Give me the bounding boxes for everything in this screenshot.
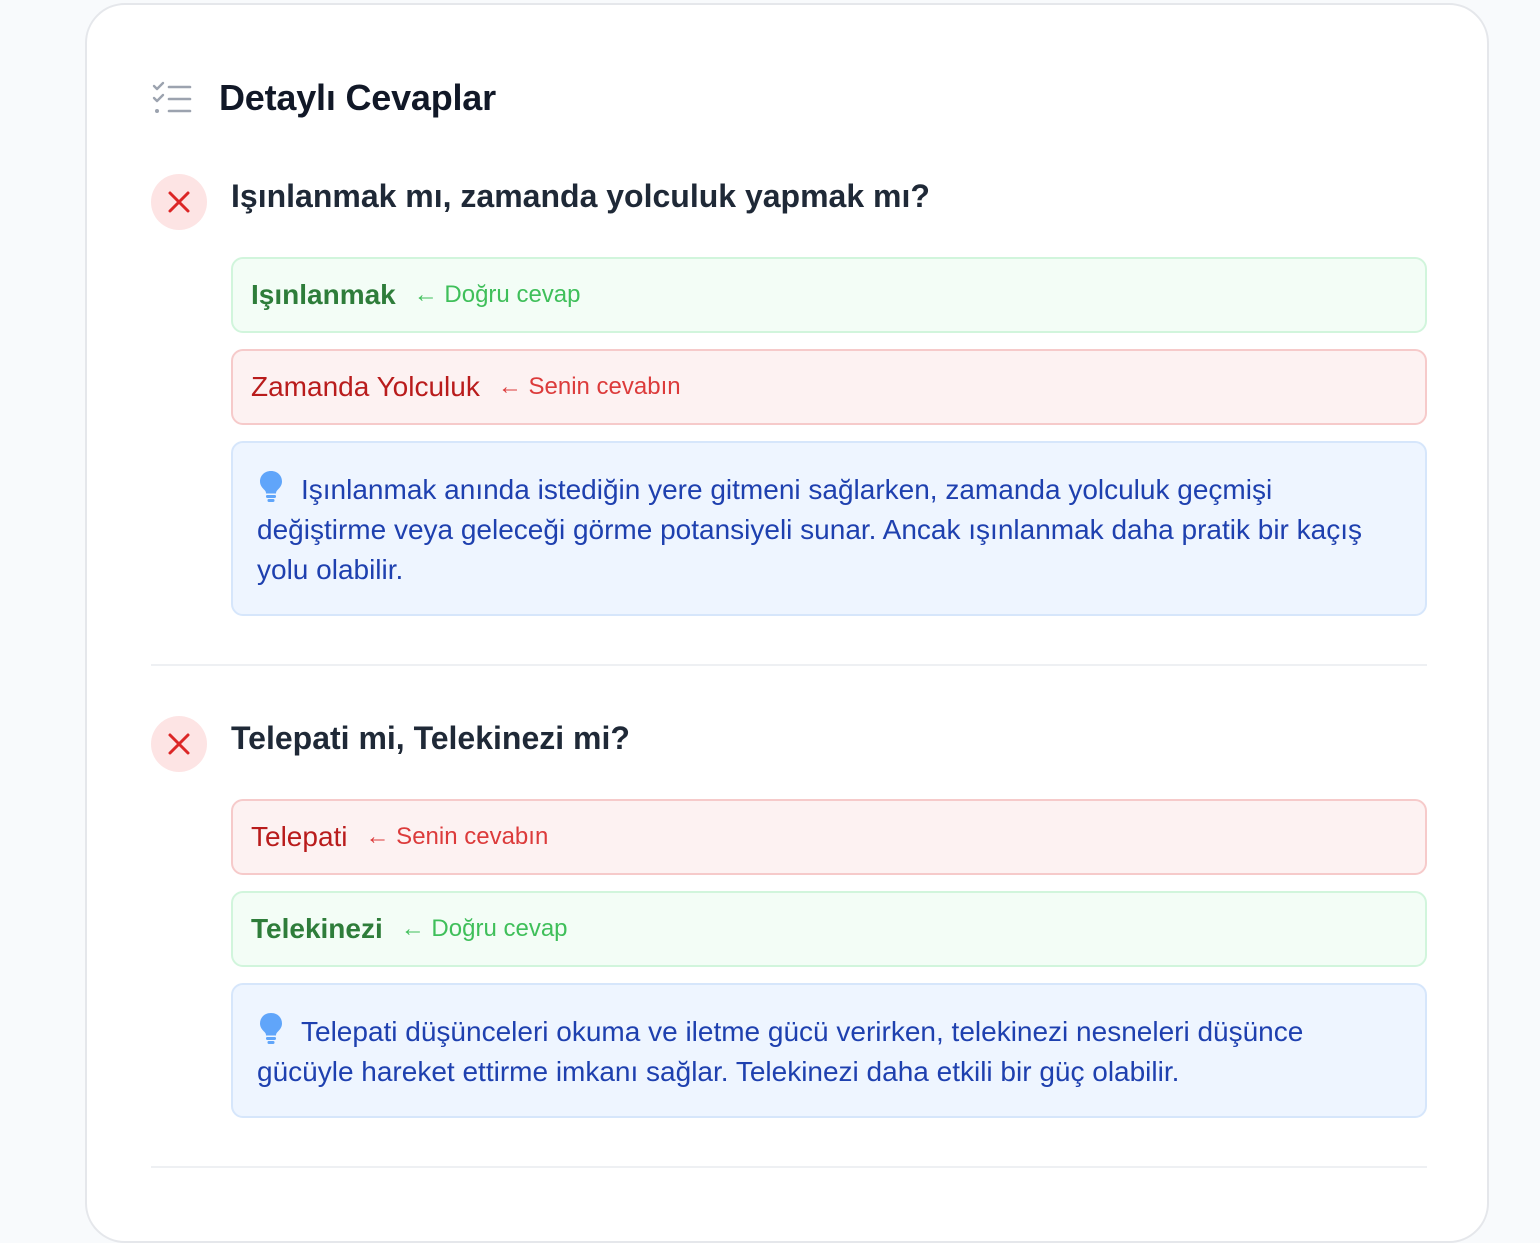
question-item: Işınlanmak mı, zamanda yolculuk yapmak m… <box>151 174 1427 616</box>
answer-options: Işınlanmak ← Doğru cevap Zamanda Yolculu… <box>231 257 1427 616</box>
section-header: Detaylı Cevaplar <box>152 77 496 119</box>
lightbulb-icon <box>260 1013 282 1044</box>
question-header: Işınlanmak mı, zamanda yolculuk yapmak m… <box>151 174 1427 234</box>
section-title: Detaylı Cevaplar <box>219 77 496 118</box>
question-header: Telepati mi, Telekinezi mi? <box>151 716 1427 776</box>
correct-answer-tag: ← Doğru cevap <box>400 915 568 942</box>
user-answer-tag: ← Senin cevabın <box>497 373 681 400</box>
option-label: Işınlanmak <box>251 279 396 310</box>
explanation-text: Telepati düşünceleri okuma ve iletme güc… <box>257 1016 1304 1087</box>
explanation-box: Telepati düşünceleri okuma ve iletme güc… <box>231 983 1427 1118</box>
answer-option-correct: Telekinezi ← Doğru cevap <box>231 891 1427 967</box>
answer-option-correct: Işınlanmak ← Doğru cevap <box>231 257 1427 333</box>
option-label: Telekinezi <box>251 913 383 944</box>
option-label: Telepati <box>251 821 348 852</box>
option-label: Zamanda Yolculuk <box>251 371 480 402</box>
checklist-icon <box>152 81 192 113</box>
question-title: Telepati mi, Telekinezi mi? <box>231 720 630 756</box>
answer-option-user: Zamanda Yolculuk ← Senin cevabın <box>231 349 1427 425</box>
question-divider <box>151 1166 1427 1168</box>
answer-options: Telepati ← Senin cevabın Telekinezi ← Do… <box>231 799 1427 1118</box>
user-answer-tag: ← Senin cevabın <box>365 823 549 850</box>
explanation-text: Işınlanmak anında istediğin yere gitmeni… <box>257 474 1363 585</box>
explanation-box: Işınlanmak anında istediğin yere gitmeni… <box>231 441 1427 616</box>
close-icon <box>168 191 190 213</box>
question-divider <box>151 664 1427 666</box>
wrong-status-badge <box>151 716 207 772</box>
wrong-status-badge <box>151 174 207 230</box>
answer-option-user: Telepati ← Senin cevabın <box>231 799 1427 875</box>
correct-answer-tag: ← Doğru cevap <box>413 281 581 308</box>
answers-card: Detaylı Cevaplar Işınlanmak mı, zamanda … <box>85 3 1489 1243</box>
lightbulb-icon <box>260 471 282 502</box>
close-icon <box>168 733 190 755</box>
question-item: Telepati mi, Telekinezi mi? Telepati ← S… <box>151 716 1427 1118</box>
question-title: Işınlanmak mı, zamanda yolculuk yapmak m… <box>231 178 930 214</box>
